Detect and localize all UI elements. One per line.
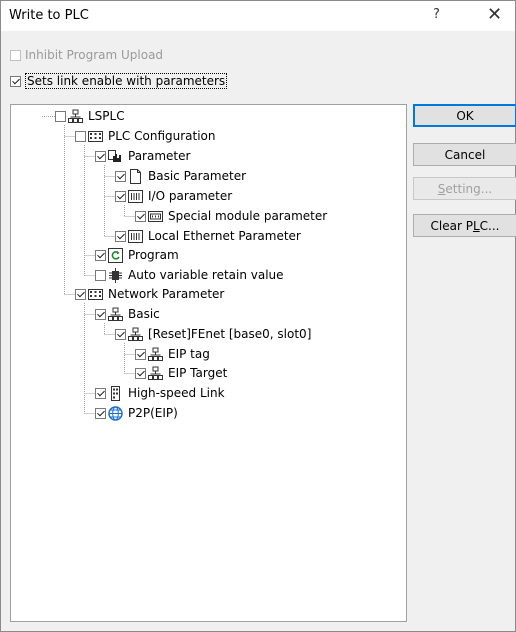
program-label: Program (128, 248, 179, 262)
tree-node-plc-configuration[interactable]: PLC Configuration (75, 127, 216, 145)
tree-node-basic-parameter[interactable]: Basic Parameter (115, 167, 246, 185)
io-parameter-checkbox[interactable] (115, 190, 126, 202)
tree-node-eip-tag[interactable]: EIP tag (135, 345, 210, 363)
eip-target-label: EIP Target (168, 366, 228, 380)
special-module-parameter-checkbox[interactable] (135, 210, 146, 222)
special-module-parameter-label: Special module parameter (168, 209, 328, 223)
link-enable-label: Sets link enable with parameters (25, 73, 228, 89)
high-speed-link-label: High-speed Link (128, 386, 225, 400)
setting-label-suffix: etting... (445, 181, 493, 196)
lsplc-checkbox[interactable] (55, 110, 66, 122)
fenet-checkbox[interactable] (115, 328, 126, 340)
document-icon (128, 168, 143, 184)
tree-node-parameter[interactable]: Parameter (95, 147, 190, 165)
parameter-hand-icon (108, 149, 123, 164)
parameter-checkbox[interactable] (95, 150, 106, 162)
network-icon (148, 366, 163, 381)
tree-node-auto-variable[interactable]: Auto variable retain value (95, 266, 284, 284)
basic-label: Basic (128, 307, 160, 321)
tree-node-program[interactable]: Program (95, 246, 179, 264)
basic-parameter-label: Basic Parameter (148, 169, 247, 183)
write-to-plc-dialog: Write to PLC ? ✕ Inhibit Program Upload … (0, 0, 516, 632)
program-checkbox[interactable] (95, 249, 106, 261)
auto-variable-label: Auto variable retain value (128, 268, 284, 282)
module-grid-icon (88, 287, 103, 302)
network-parameter-checkbox[interactable] (75, 288, 86, 300)
title-bar: Write to PLC ? ✕ (1, 1, 515, 31)
setting-button[interactable]: Setting... (413, 177, 516, 200)
tree-node-io-parameter[interactable]: I/O parameter (115, 187, 232, 205)
chip-icon (108, 267, 123, 283)
tree-node-basic[interactable]: Basic (95, 305, 160, 323)
eip-tag-checkbox[interactable] (135, 348, 146, 360)
clear-plc-label-mnemonic: L (472, 218, 480, 233)
tree-node-p2p[interactable]: P2P(EIP) (95, 404, 178, 422)
high-speed-link-checkbox[interactable] (95, 387, 106, 399)
basic-checkbox[interactable] (95, 308, 106, 320)
link-enable-option[interactable]: Sets link enable with parameters (10, 72, 228, 90)
link-enable-checkbox[interactable] (10, 75, 21, 87)
p2p-label: P2P(EIP) (128, 406, 178, 420)
tree-node-network-parameter[interactable]: Network Parameter (75, 285, 224, 303)
network-icon (128, 327, 143, 342)
inhibit-upload-checkbox (10, 49, 21, 61)
inhibit-upload-option: Inhibit Program Upload (10, 46, 163, 64)
p2p-checkbox[interactable] (95, 407, 106, 419)
local-ethernet-parameter-checkbox[interactable] (115, 230, 126, 242)
eip-tag-label: EIP tag (168, 347, 210, 361)
network-icon (68, 109, 83, 124)
close-icon[interactable]: ✕ (487, 4, 502, 25)
plc-configuration-checkbox[interactable] (75, 130, 86, 142)
help-button[interactable]: ? (433, 7, 440, 22)
io-parameter-label: I/O parameter (148, 189, 233, 203)
fenet-label: [Reset]FEnet [base0, slot0] (148, 327, 312, 341)
tree-node-eip-target[interactable]: EIP Target (135, 364, 227, 382)
io-module-icon (128, 189, 143, 204)
clear-plc-label-prefix: Clear P (430, 218, 473, 233)
tree-node-local-ethernet-parameter[interactable]: Local Ethernet Parameter (115, 227, 301, 245)
tree-node-high-speed-link[interactable]: High-speed Link (95, 384, 225, 402)
clear-plc-label-suffix: C... (479, 218, 500, 233)
network-icon (148, 347, 163, 362)
auto-variable-checkbox[interactable] (95, 269, 106, 281)
setting-label-mnemonic: S (437, 181, 446, 196)
lsplc-label: LSPLC (88, 109, 125, 123)
globe-icon (108, 405, 123, 421)
inhibit-upload-label: Inhibit Program Upload (25, 48, 164, 62)
link-module-icon (108, 385, 123, 401)
window-title: Write to PLC (9, 8, 89, 23)
network-parameter-label: Network Parameter (108, 287, 225, 301)
cancel-button[interactable]: Cancel (413, 143, 516, 166)
local-ethernet-parameter-label: Local Ethernet Parameter (148, 229, 301, 243)
network-icon (108, 307, 123, 322)
clear-plc-button[interactable]: Clear P L C... (413, 214, 516, 237)
module-grid-icon (88, 129, 103, 144)
basic-parameter-checkbox[interactable] (115, 170, 126, 182)
tree-node-fenet[interactable]: [Reset]FEnet [base0, slot0] (115, 325, 311, 343)
parameter-label: Parameter (128, 149, 191, 163)
eip-target-checkbox[interactable] (135, 367, 146, 379)
program-refresh-icon (108, 247, 123, 263)
parameter-tree[interactable]: LSPLC PLC Configuration Parameter Basic … (10, 104, 407, 622)
tree-node-lsplc[interactable]: LSPLC (55, 107, 125, 125)
plc-configuration-label: PLC Configuration (108, 129, 216, 143)
ok-button[interactable]: OK (413, 104, 516, 127)
tree-node-special-module-parameter[interactable]: Special module parameter (135, 207, 327, 225)
io-module-icon (128, 229, 143, 244)
special-module-icon (148, 209, 163, 224)
